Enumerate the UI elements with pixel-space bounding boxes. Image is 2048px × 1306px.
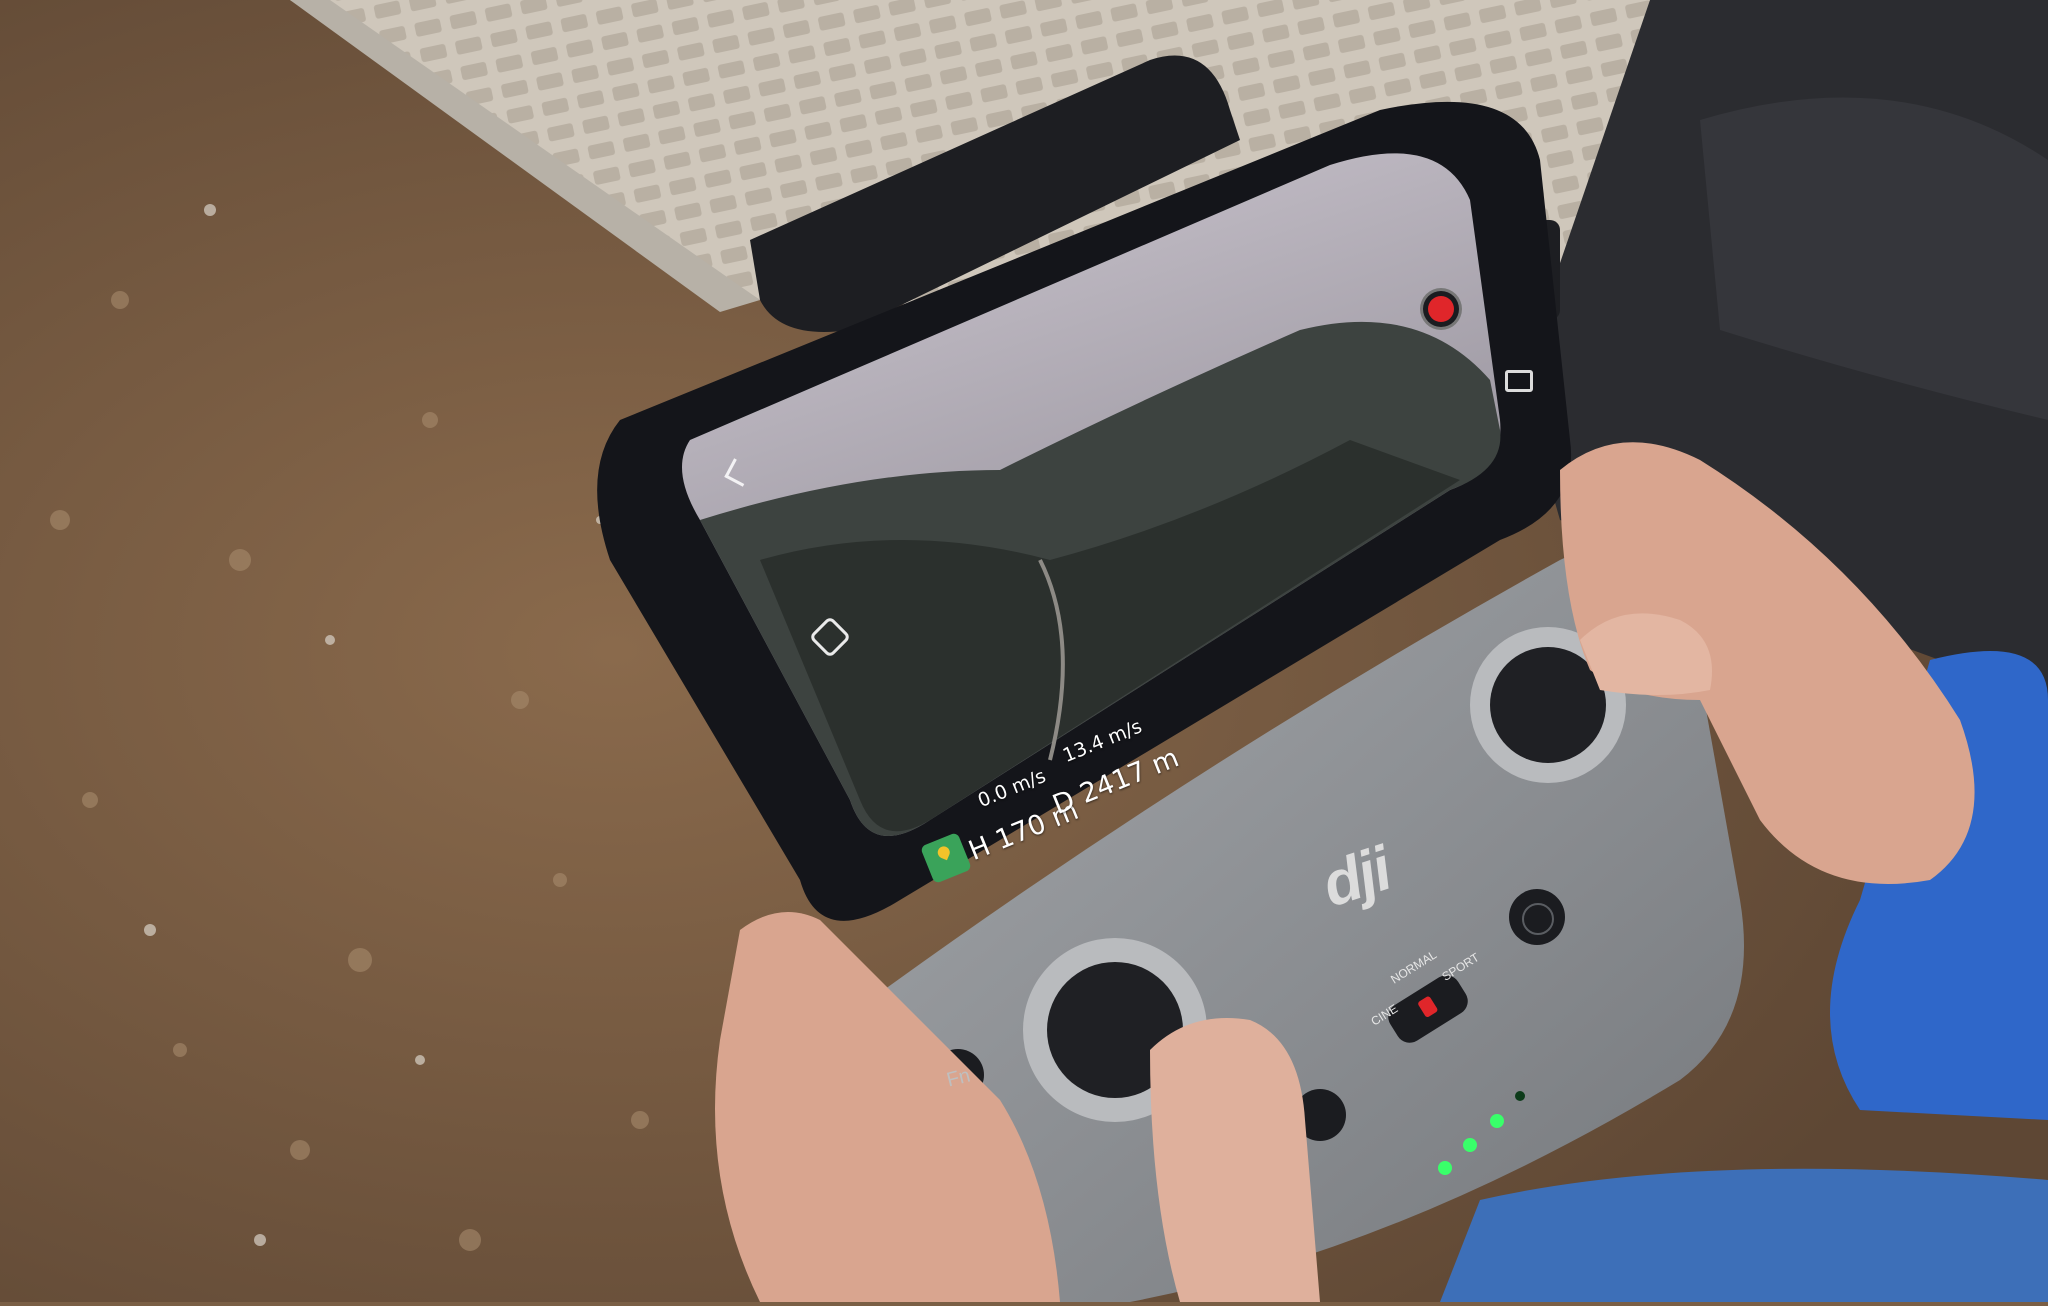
photo-illustration bbox=[0, 0, 2048, 1302]
camera-icon[interactable] bbox=[1505, 370, 1533, 392]
power-button[interactable] bbox=[1522, 903, 1554, 935]
map-pin-icon bbox=[935, 844, 952, 861]
photo-scene: 0.0 m/s H 170 m 13.4 m/s D 2417 m Fn dji… bbox=[0, 0, 2048, 1302]
record-icon[interactable] bbox=[1428, 296, 1454, 322]
